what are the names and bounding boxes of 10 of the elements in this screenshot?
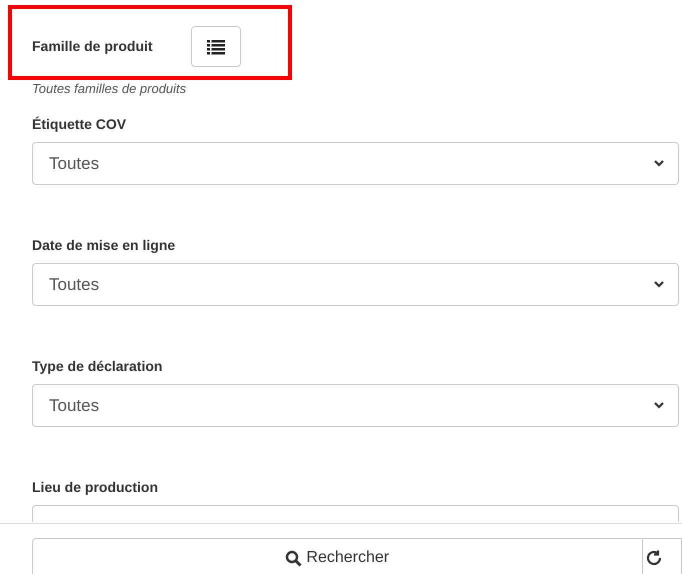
field-label: Date de mise en ligne	[32, 237, 176, 253]
field-label: Lieu de production	[32, 479, 159, 495]
hint-text: Toutes familles de produits	[32, 81, 188, 97]
field-label: Étiquette COV	[32, 116, 128, 132]
dropdown-field[interactable]: Toutes	[32, 384, 679, 427]
field-label: Famille de produit	[32, 37, 153, 56]
field-label: Type de déclaration	[32, 358, 164, 374]
search-button[interactable]: Rechercher	[32, 538, 643, 574]
dropdown-field[interactable]: Toutes	[32, 142, 679, 185]
dropdown-field[interactable]: Toutes	[32, 263, 679, 306]
